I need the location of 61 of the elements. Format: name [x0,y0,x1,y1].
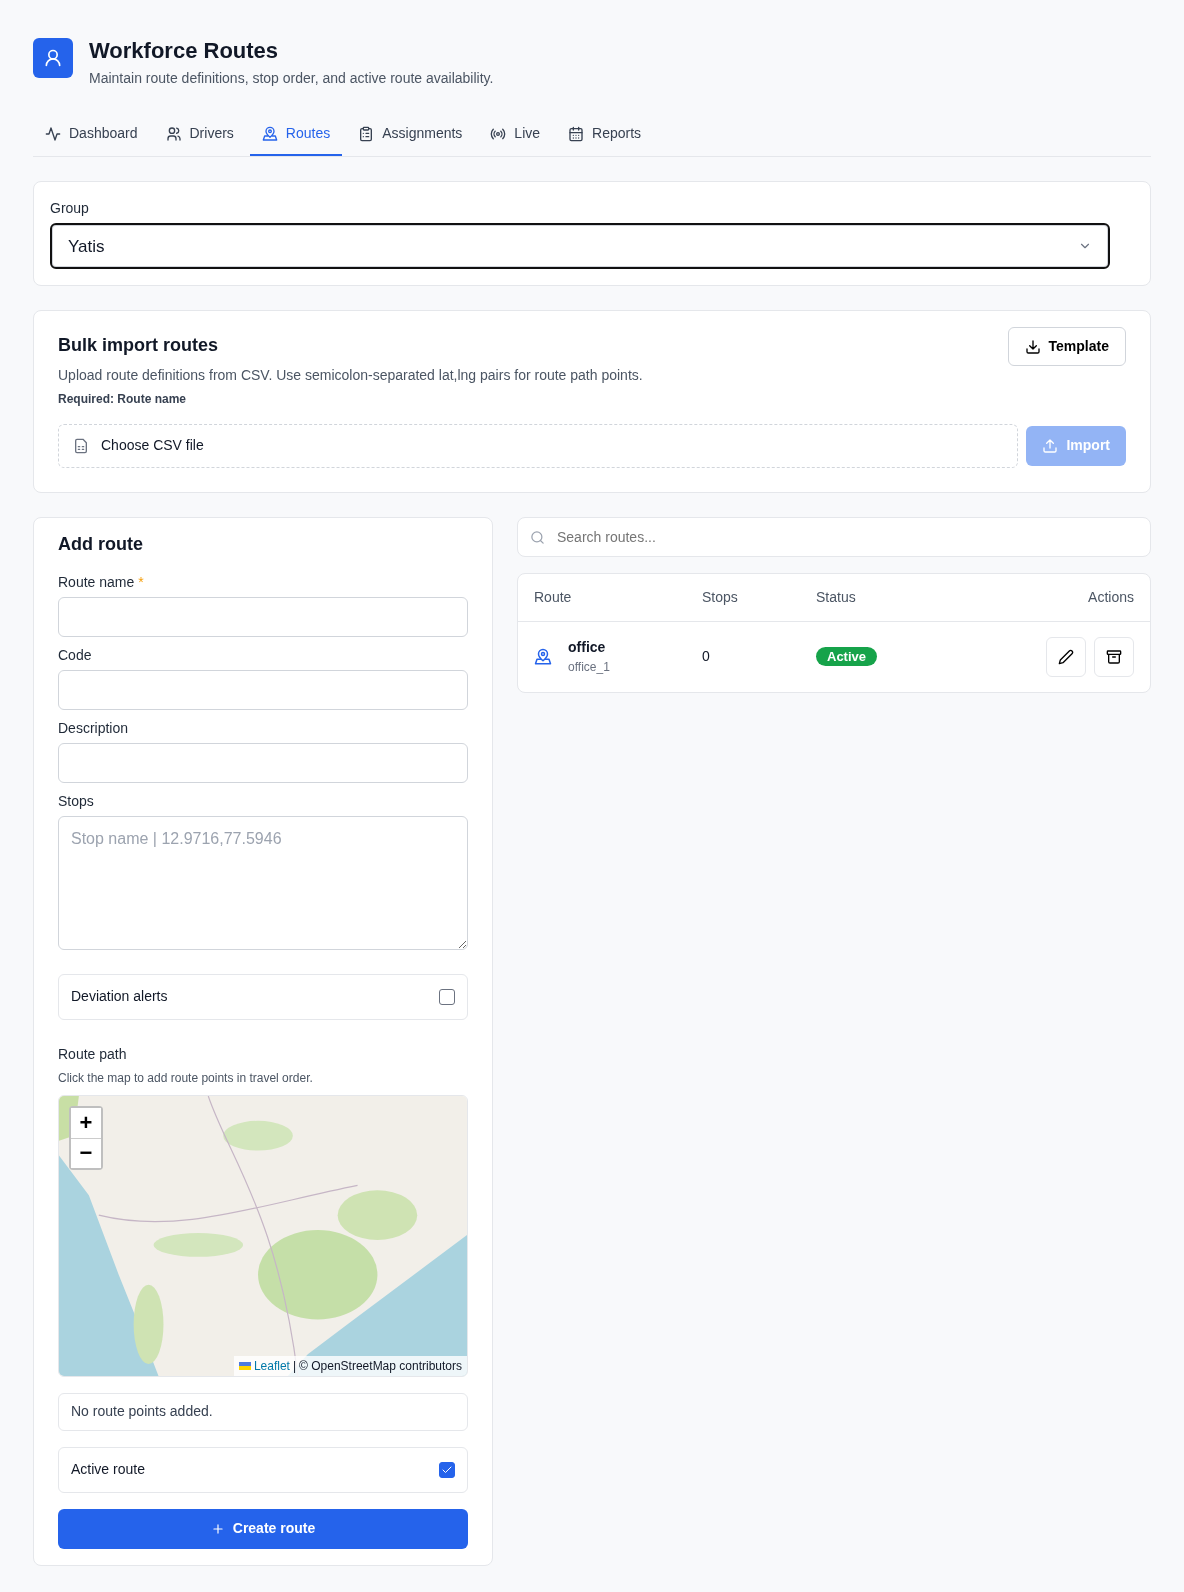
column-header: Route [534,588,573,607]
attribution-text: © OpenStreetMap contributors [299,1357,462,1375]
status-badge: Active [816,647,878,667]
section-title: Bulk import routes [58,335,219,357]
archive-icon [1106,649,1122,665]
route-code: office_1 [568,659,610,677]
file-icon [73,438,89,454]
download-icon [1024,338,1041,355]
section-description: Upload route definitions from CSV. Use semicolon-separated lat,lng pairs for route path points. [58,366,643,385]
page-title: Workforce Routes [89,38,280,65]
text-area[interactable]: Stop name | 12.9716,77.5946 [58,815,468,950]
zoom-out-button[interactable]: − [71,1137,101,1168]
file-picker[interactable]: Choose CSV file [58,424,1019,468]
plus-icon [210,1521,225,1536]
hint-text: Click the map to add route points in travel order. [58,1069,314,1087]
nav-tab[interactable]: Dashboard [33,115,150,157]
nav-tab[interactable]: Assignments [346,115,475,157]
map-pin-icon [534,648,552,666]
upload-icon [1042,438,1059,454]
pulse-icon [45,125,61,142]
archive-button[interactable] [1094,637,1134,677]
checkbox[interactable] [439,1461,455,1478]
input-field[interactable] [58,742,468,783]
input-field[interactable] [58,669,468,710]
pencil-icon [1058,649,1074,665]
nav-tab[interactable]: Drivers [153,115,246,157]
users-icon [165,125,182,142]
field-label: Code [58,645,93,665]
flag-icon [238,1361,251,1370]
nav-tab[interactable]: Live [478,115,553,157]
checkbox[interactable] [439,988,455,1005]
column-header: Status [816,588,857,607]
status-note: No route points added. [58,1392,468,1431]
route-name: office [568,638,607,658]
nav-tab[interactable]: Reports [556,115,654,157]
group-label: Group [50,199,90,219]
attribution-link[interactable]: Leaflet [253,1356,290,1375]
map-pin-icon [261,125,278,142]
checkbox-label: Active route [71,1460,145,1480]
table-cell-text: 0 [702,647,711,667]
page-subtitle: Maintain route definitions, stop order, and active route availability. [89,69,494,89]
edit-button[interactable] [1046,637,1086,677]
nav-tab[interactable]: Routes [249,115,343,157]
create-route-button[interactable]: Create route [58,1508,468,1549]
checkbox-label: Deviation alerts [71,987,168,1007]
column-header: Stops [702,588,739,607]
form-title: Add route [58,534,144,556]
field-label: Description [58,718,130,738]
field-label: Route path [58,1044,128,1064]
user-logo-icon [33,38,73,78]
required-note: Required: Route name [58,391,187,408]
calendar-icon [568,125,585,142]
clipboard-icon [358,125,375,142]
template-button[interactable]: Template [1007,327,1126,367]
field-label: Route name * [58,572,145,592]
search-field[interactable]: Search routes... [517,517,1151,557]
input-field[interactable] [58,596,468,637]
separator-text: | [292,1357,297,1375]
column-header: Actions [1087,588,1134,607]
group-select[interactable]: Yatis [50,223,1110,270]
field-label: Stops [58,791,95,811]
